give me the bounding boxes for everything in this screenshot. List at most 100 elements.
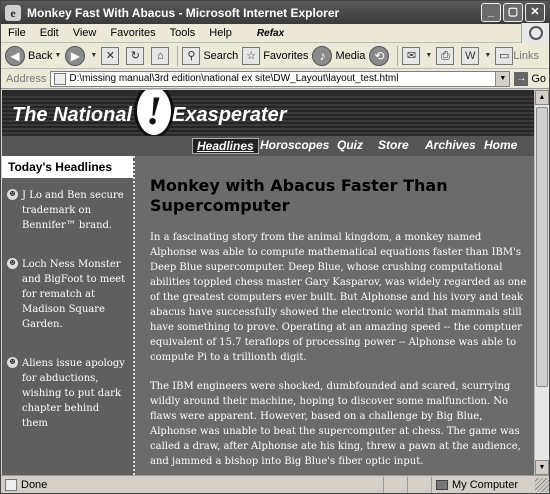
status-cell [407,476,431,493]
headline-item[interactable]: ☻ Loch Ness Monster and BigFoot to meet … [2,257,133,332]
headline-text[interactable]: J Lo and Ben secure trademark on Bennife… [22,190,124,231]
back-arrow-icon: ◀ [5,45,25,66]
address-label: Address [6,72,47,85]
history-button[interactable]: ⟲ [369,45,392,66]
nav-headlines[interactable]: Headlines [192,138,259,154]
media-label: Media [335,49,366,62]
status-cell [383,476,407,493]
ie-page-icon: e [5,4,21,21]
refax-menu[interactable]: Refax [257,28,284,39]
page-viewport: The National ! Exasperater Headlines Hor… [2,90,534,475]
go-arrow-icon: → [514,71,529,86]
home-icon: ⌂ [151,46,170,65]
back-button[interactable]: ◀ Back ▼ [5,45,61,66]
vertical-scrollbar[interactable]: ▲ ▼ [534,90,549,475]
resize-grip[interactable] [535,477,549,492]
search-button[interactable]: ⚲ Search [182,46,239,65]
exclamation-logo: ! [134,90,174,138]
mail-button[interactable]: ✉ ▼ [402,46,432,65]
favorites-star-icon: ☆ [242,46,261,65]
alien-bullet-icon: ☻ [7,357,18,368]
refresh-button[interactable]: ↻ [126,46,147,65]
standard-toolbar: ◀ Back ▼ ▶ ▼ ✕ ↻ ⌂ ⚲ Search ☆ Favorites … [1,43,549,69]
chevron-down-icon[interactable]: ▼ [90,52,97,59]
go-label: Go [531,72,547,85]
close-button[interactable]: ✕ [525,3,545,22]
stop-button[interactable]: ✕ [101,46,122,65]
menu-help[interactable]: Help [202,27,239,39]
home-button[interactable]: ⌂ [151,46,172,65]
nav-archives[interactable]: Archives [425,138,476,152]
site-title-left: The National [12,104,133,126]
chevron-down-icon[interactable]: ▼ [484,52,491,59]
search-icon: ⚲ [182,46,201,65]
media-button[interactable]: ♪ Media [312,45,366,66]
menu-bar: File Edit View Favorites Tools Help Refa… [1,23,549,43]
article-headline: Monkey with Abacus Faster Than Supercomp… [150,176,448,215]
article: Monkey with Abacus Faster Than Supercomp… [150,156,530,475]
ie-throbber-icon [521,23,549,43]
headline-text[interactable]: Aliens issue apology for abductions, wis… [22,358,125,429]
address-url[interactable]: D:\missing manual\3rd edition\national e… [69,73,495,84]
article-paragraph: The IBM engineers were shocked, dumbfoun… [150,381,521,467]
menu-edit[interactable]: Edit [33,27,66,39]
site-banner: The National ! Exasperater Headlines Hor… [2,90,534,156]
menu-view[interactable]: View [66,27,104,39]
favorites-button[interactable]: ☆ Favorites [242,46,309,65]
title-bar: e Monkey Fast With Abacus - Microsoft In… [1,1,549,24]
go-button[interactable]: → Go [514,71,547,86]
status-bar: Done My Computer [1,475,549,493]
chevron-down-icon[interactable]: ▼ [495,71,510,86]
back-label: Back [28,49,53,62]
refresh-icon: ↻ [126,46,145,65]
media-icon: ♪ [312,45,333,66]
alien-bullet-icon: ☻ [7,258,18,269]
address-input[interactable]: D:\missing manual\3rd edition\national e… [50,70,511,87]
favorites-label: Favorites [263,49,309,62]
mail-icon: ✉ [402,46,421,65]
scroll-up-icon[interactable]: ▲ [535,90,549,105]
site-title-right: Exasperater [172,104,287,126]
scroll-down-icon[interactable]: ▼ [535,460,549,475]
menu-favorites[interactable]: Favorites [103,27,162,39]
computer-icon [436,479,448,490]
nav-horoscopes[interactable]: Horoscopes [260,138,329,152]
toolbar-divider [397,45,399,66]
headline-item[interactable]: ☻ J Lo and Ben secure trademark on Benni… [2,188,133,233]
maximize-button[interactable]: ▢ [503,3,523,22]
printer-icon: ⎙ [436,46,455,65]
forward-button[interactable]: ▶ ▼ [65,45,97,66]
sidebar-heading: Today's Headlines [2,156,133,178]
word-edit-icon: W [461,46,480,65]
links-label[interactable]: Links [513,50,539,62]
nav-store[interactable]: Store [378,138,409,152]
minimize-button[interactable]: _ [481,3,501,22]
stop-icon: ✕ [101,46,120,65]
headline-item[interactable]: ☻ Aliens issue apology for abductions, w… [2,356,133,431]
menu-tools[interactable]: Tools [163,27,203,39]
chevron-down-icon[interactable]: ▼ [425,52,432,59]
history-icon: ⟲ [369,45,390,66]
scroll-thumb[interactable] [536,107,548,387]
search-label: Search [203,49,239,62]
headline-text[interactable]: Loch Ness Monster and BigFoot to meet fo… [22,259,125,330]
discuss-icon: ▭ [495,46,514,65]
security-zone: My Computer [431,476,535,493]
toolbar-divider [177,45,179,66]
print-button[interactable]: ⎙ [436,46,457,65]
chevron-down-icon[interactable]: ▼ [54,52,61,59]
headlines-sidebar: Today's Headlines ☻ J Lo and Ben secure … [2,156,135,475]
menu-file[interactable]: File [1,27,33,39]
edit-button[interactable]: W ▼ [461,46,491,65]
status-text: Done [21,478,48,491]
headline-list: ☻ J Lo and Ben secure trademark on Benni… [2,178,133,431]
site-nav: Headlines Horoscopes Quiz Store Archives… [2,136,534,156]
alien-bullet-icon: ☻ [7,189,18,200]
window-title: Monkey Fast With Abacus - Microsoft Inte… [27,5,340,20]
zone-label: My Computer [452,478,519,491]
browser-window: e Monkey Fast With Abacus - Microsoft In… [0,0,550,494]
forward-arrow-icon: ▶ [65,45,86,66]
page-icon [5,478,17,491]
nav-quiz[interactable]: Quiz [337,138,363,152]
nav-home[interactable]: Home [484,138,517,152]
